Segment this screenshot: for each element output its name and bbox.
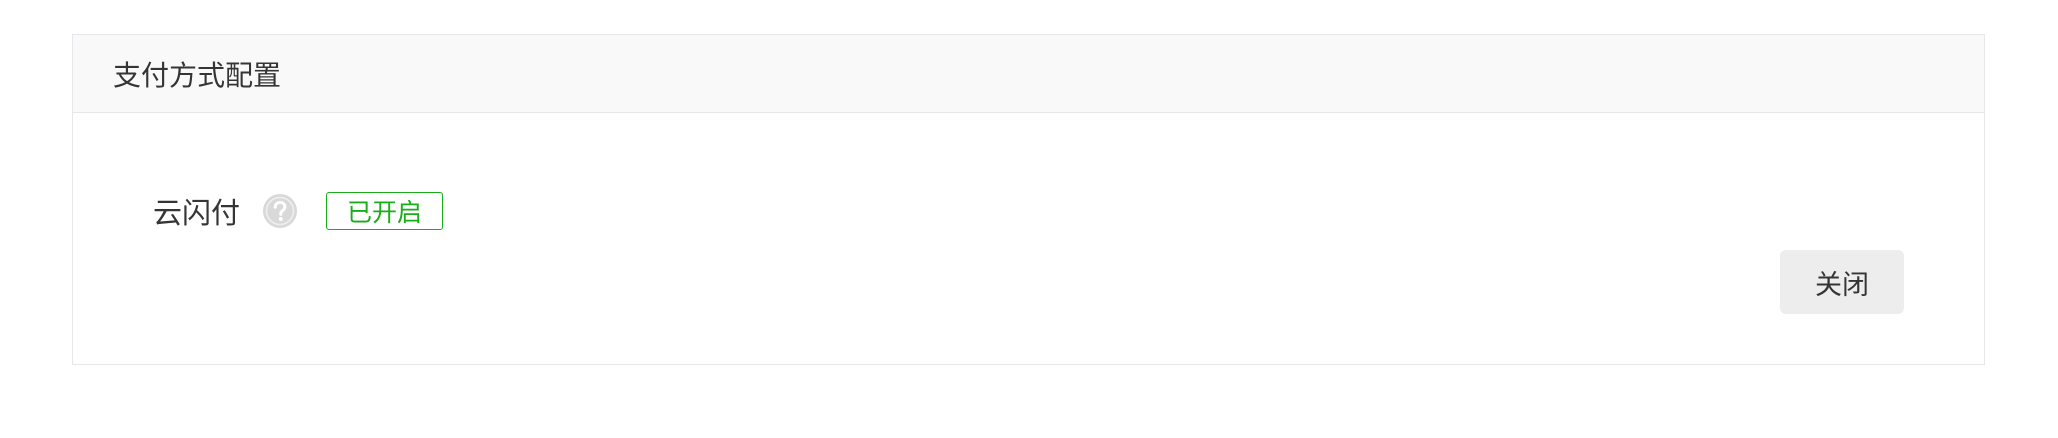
payment-method-row: 云闪付 已开启: [153, 191, 444, 231]
panel-header: 支付方式配置: [73, 35, 1984, 113]
payment-method-name: 云闪付: [153, 196, 241, 230]
question-circle-icon-svg: [263, 194, 298, 228]
payment-config-panel: 支付方式配置 云闪付 已开启 关闭: [72, 34, 1985, 365]
panel-body: 云闪付 已开启 关闭: [73, 113, 1984, 365]
close-button[interactable]: 关闭: [1780, 250, 1904, 314]
panel-title: 支付方式配置: [113, 58, 282, 92]
question-circle-icon[interactable]: [262, 193, 298, 229]
status-badge: 已开启: [326, 192, 444, 230]
